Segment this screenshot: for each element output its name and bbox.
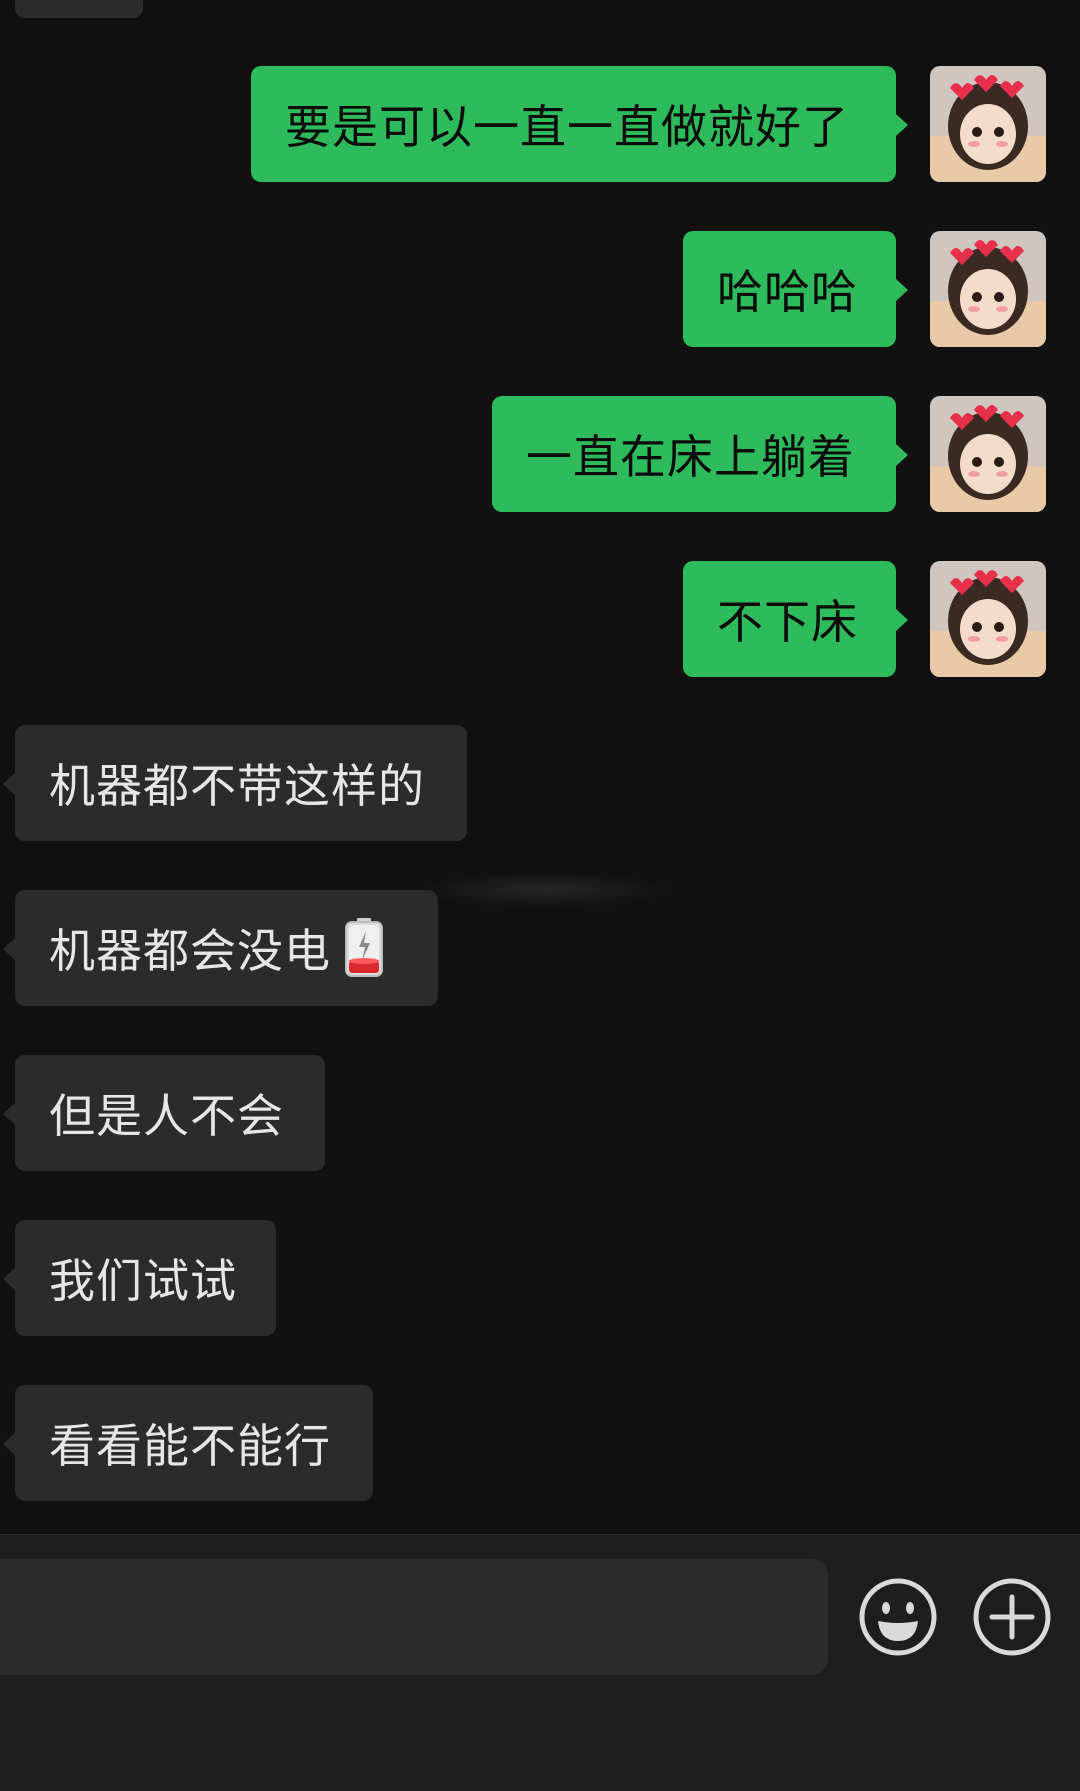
message-list[interactable]: 要是可以一直一直做就好了 哈哈哈 一直在床上躺着 不下床 机器都不带这样的 机器… — [0, 0, 1080, 1534]
bubble-tail — [3, 938, 15, 960]
message-text: 机器都不带这样的 — [49, 759, 425, 813]
message-row-received: 机器都会没电 — [0, 890, 1080, 1006]
message-row-sent: 一直在床上躺着 — [0, 396, 1080, 512]
bubble-tail — [3, 1103, 15, 1125]
user-avatar[interactable] — [930, 396, 1046, 512]
user-avatar[interactable] — [930, 561, 1046, 677]
user-avatar[interactable] — [930, 66, 1046, 182]
sent-message-bubble[interactable]: 要是可以一直一直做就好了 — [251, 66, 896, 182]
bubble-tail — [896, 279, 908, 301]
bubble-tail — [896, 444, 908, 466]
received-message-bubble[interactable]: 机器都不带这样的 — [15, 725, 467, 841]
message-text: 但是人不会 — [49, 1089, 284, 1143]
bubble-tail — [3, 773, 15, 795]
message-text: 不下床 — [717, 595, 858, 649]
message-row-sent: 要是可以一直一直做就好了 — [0, 66, 1080, 182]
received-message-bubble[interactable]: 机器都会没电 — [15, 890, 438, 1006]
message-row-received: 看看能不能行 — [0, 1385, 1080, 1501]
bubble-tail — [896, 114, 908, 136]
received-message-bubble[interactable]: 看看能不能行 — [15, 1385, 373, 1501]
sent-message-bubble[interactable]: 一直在床上躺着 — [492, 396, 896, 512]
bubble-tail — [896, 609, 908, 631]
message-text: 看看能不能行 — [49, 1419, 331, 1473]
received-message-bubble[interactable]: 但是人不会 — [15, 1055, 325, 1171]
sent-message-bubble[interactable]: 不下床 — [683, 561, 896, 677]
input-bar — [0, 1534, 1080, 1791]
message-text: 哈哈哈 — [717, 265, 858, 319]
clipped-message-bubble — [15, 0, 143, 18]
message-row-received: 我们试试 — [0, 1220, 1080, 1336]
user-avatar[interactable] — [930, 231, 1046, 347]
chat-screen: 要是可以一直一直做就好了 哈哈哈 一直在床上躺着 不下床 机器都不带这样的 机器… — [0, 0, 1080, 1791]
message-text: 要是可以一直一直做就好了 — [285, 100, 849, 154]
bubble-tail — [3, 1268, 15, 1290]
sent-message-bubble[interactable]: 哈哈哈 — [683, 231, 896, 347]
message-row-sent: 不下床 — [0, 561, 1080, 677]
bubble-tail — [3, 1433, 15, 1455]
low-battery-icon — [343, 917, 385, 979]
plus-icon[interactable] — [972, 1577, 1052, 1657]
message-row-sent: 哈哈哈 — [0, 231, 1080, 347]
message-text: 我们试试 — [49, 1254, 237, 1308]
message-text: 机器都会没电 — [49, 924, 331, 978]
received-message-bubble[interactable]: 我们试试 — [15, 1220, 276, 1336]
message-input[interactable] — [0, 1559, 828, 1675]
message-row-received: 但是人不会 — [0, 1055, 1080, 1171]
message-text: 一直在床上躺着 — [526, 430, 855, 484]
message-row-received: 机器都不带这样的 — [0, 725, 1080, 841]
emoji-icon[interactable] — [858, 1577, 938, 1657]
